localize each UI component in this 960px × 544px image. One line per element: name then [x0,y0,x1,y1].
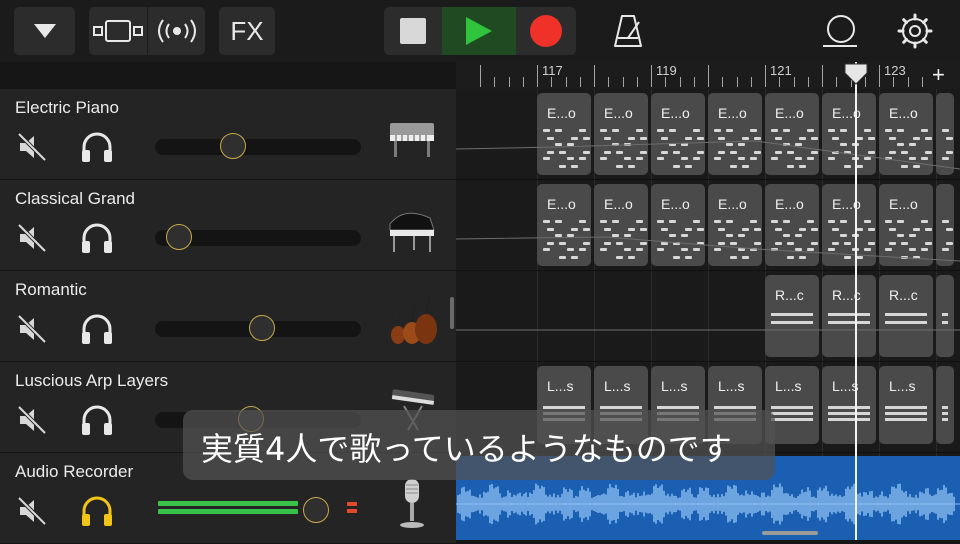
ruler-tick [750,77,752,87]
input-level-meter [158,501,298,515]
ruler-tick [822,65,823,87]
view-switch-group [89,7,205,55]
bar-number: 119 [656,63,677,78]
ruler-tick [608,77,610,87]
metronome-button[interactable] [608,7,648,55]
ruler-tick [508,77,510,87]
record-icon [530,15,562,47]
volume-slider[interactable] [155,315,361,341]
track-scroll-indicator[interactable] [450,297,454,329]
volume-knob[interactable] [302,497,329,523]
ruler-tick [708,65,709,87]
settings-button[interactable] [893,7,937,55]
mute-icon[interactable] [16,131,48,163]
stop-button[interactable] [384,7,442,55]
ruler-tick [636,77,638,87]
headphones-icon[interactable] [80,131,114,163]
volume-slider[interactable] [155,224,361,250]
grand-piano-icon [389,212,435,252]
tracks-view-button[interactable] [89,7,147,55]
ruler-tick [594,65,595,87]
ruler-tick [879,65,880,87]
ruler-tick [807,77,809,87]
ruler-tick [765,65,766,87]
track-name: Audio Recorder [15,462,134,481]
volume-knob[interactable] [219,133,246,159]
bar-number: 123 [884,63,906,78]
record-button[interactable] [516,7,576,55]
tracks-view-icon [93,20,143,42]
ruler-tick [793,77,795,87]
electric-piano-icon [390,123,434,157]
ruler-tick [722,77,724,87]
track-name: Luscious Arp Layers [15,371,169,390]
volume-knob[interactable] [248,315,275,341]
mute-icon[interactable] [16,495,48,527]
bar-number: 117 [542,63,563,78]
bar-number: 121 [770,63,792,78]
live-loops-button[interactable] [147,7,206,55]
headphones-icon[interactable] [80,495,114,527]
ruler-tick [921,77,923,87]
browser-menu-button[interactable] [14,7,75,55]
ruler-tick [480,65,481,87]
headphones-icon[interactable] [80,404,114,436]
ruler-tick [736,77,738,87]
loop-icon [823,15,857,47]
volume-slider[interactable] [155,133,361,159]
track-header-classical-grand[interactable]: Classical Grand [0,180,456,271]
playhead[interactable] [855,62,857,540]
clip-indicator [347,502,357,506]
track-header-electric-piano[interactable]: Electric Piano [0,89,456,180]
chevron-down-icon [33,24,56,38]
ruler-tick [522,77,524,87]
ruler-tick [565,77,567,87]
ruler-tick [494,77,496,87]
track-name: Electric Piano [15,98,119,117]
ruler-tick [893,77,895,87]
settings-icon [897,13,933,49]
mute-icon[interactable] [16,222,48,254]
track-name: Romantic [15,280,87,299]
headphones-icon[interactable] [80,222,114,254]
fx-button[interactable]: FX [219,7,275,55]
ruler-tick [779,77,781,87]
live-loops-icon [158,19,196,43]
ruler-tick [679,77,681,87]
play-button[interactable] [442,7,516,55]
mute-icon[interactable] [16,404,48,436]
fx-label: FX [230,15,264,46]
playhead-handle[interactable] [844,63,868,85]
volume-knob[interactable] [165,224,192,250]
ruler-tick [551,77,553,87]
metronome-icon [614,15,642,47]
home-indicator [762,531,818,535]
add-section-button[interactable]: + [932,62,945,88]
ruler-tick [622,77,624,87]
headphones-icon[interactable] [80,313,114,345]
track-header-romantic[interactable]: Romantic [0,271,456,362]
clip-indicator [347,509,357,513]
track-name: Classical Grand [15,189,135,208]
loop-browser-button[interactable] [818,7,862,55]
mute-icon[interactable] [16,313,48,345]
strings-icon [391,294,437,344]
transport-controls [384,7,576,55]
ruler-tick [665,77,667,87]
top-toolbar: FX [0,0,960,62]
ruler-tick [907,77,909,87]
ruler-tick [651,65,652,87]
microphone-icon [400,479,424,528]
stop-icon [400,18,426,44]
timeline-ruler[interactable]: 117 119 121 123 [456,62,960,90]
video-subtitle: 実質4人で歌っているようなものです [183,410,775,480]
ruler-tick [579,77,581,87]
subtitle-text: 実質4人で歌っているようなものです [201,430,732,468]
play-icon [466,17,492,45]
ruler-tick [537,65,538,87]
ruler-tick [836,77,838,87]
ruler-tick [693,77,695,87]
